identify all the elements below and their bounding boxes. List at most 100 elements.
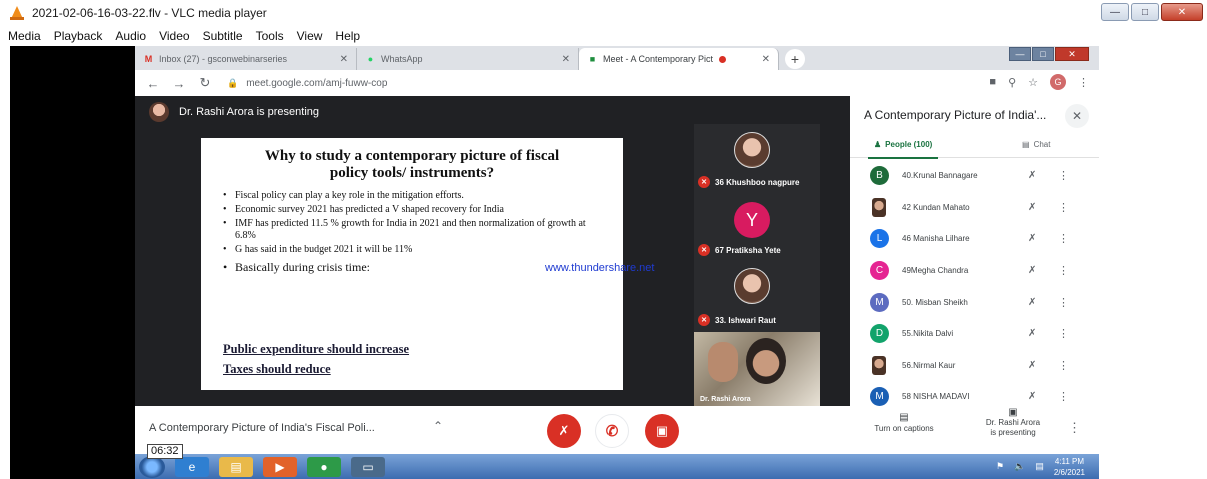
menu-kebab-icon[interactable]: ⋮ bbox=[1078, 76, 1089, 89]
clock-time: 4:11 PM bbox=[1054, 456, 1085, 466]
menu-help[interactable]: Help bbox=[335, 29, 360, 43]
camera-off-icon: ▣ bbox=[655, 423, 669, 438]
tab-people[interactable]: ♟ People (100) bbox=[867, 140, 939, 159]
camera-off-button[interactable]: ▣ bbox=[645, 414, 679, 448]
meet-stage: Dr. Rashi Arora is presenting Why to stu… bbox=[135, 96, 850, 406]
menu-video[interactable]: Video bbox=[159, 29, 189, 43]
self-video-face bbox=[746, 338, 786, 384]
more-options-icon[interactable]: ⋮ bbox=[1068, 420, 1081, 436]
captions-button[interactable]: ▤ Turn on captions bbox=[859, 412, 949, 434]
browser-maximize-button[interactable]: □ bbox=[1032, 47, 1054, 61]
close-button[interactable]: ✕ bbox=[1161, 3, 1203, 21]
list-item[interactable]: 56.Nirmal Kaur ✗ ⋮ bbox=[850, 350, 1099, 382]
self-video-tile[interactable]: Dr. Rashi Arora bbox=[694, 332, 820, 406]
mic-off-icon: ✗ bbox=[1028, 170, 1037, 182]
menu-playback[interactable]: Playback bbox=[54, 29, 103, 43]
url-input[interactable]: 🔒 meet.google.com/amj-fuww-cop bbox=[227, 73, 967, 93]
vlc-window: 2021-02-06-16-03-22.flv - VLC media play… bbox=[0, 0, 1207, 479]
tab-whatsapp[interactable]: ● WhatsApp ✕ bbox=[357, 48, 579, 70]
participant-avatar bbox=[872, 355, 886, 375]
menu-subtitle[interactable]: Subtitle bbox=[203, 29, 243, 43]
menu-view[interactable]: View bbox=[297, 29, 323, 43]
more-options-icon[interactable]: ⋮ bbox=[1058, 264, 1069, 277]
more-options-icon[interactable]: ⋮ bbox=[1058, 327, 1069, 340]
participant-photo bbox=[734, 268, 770, 304]
leave-call-button[interactable]: ✆ bbox=[595, 414, 629, 448]
close-tab-icon[interactable]: ✕ bbox=[334, 54, 348, 65]
browser-minimize-button[interactable]: — bbox=[1009, 47, 1031, 61]
back-icon[interactable]: ← bbox=[145, 76, 161, 91]
participant-tile[interactable]: ✕ 33. Ishwari Raut bbox=[694, 264, 820, 330]
maximize-button[interactable]: □ bbox=[1131, 3, 1159, 21]
chrome-icon[interactable]: ● bbox=[307, 456, 341, 477]
participant-name: 50. Misban Sheikh bbox=[902, 297, 968, 307]
folder-icon[interactable]: ▤ bbox=[219, 456, 253, 477]
participant-label: ✕ 67 Pratiksha Yete bbox=[698, 244, 781, 256]
meeting-name[interactable]: A Contemporary Picture of India's Fiscal… bbox=[149, 422, 375, 434]
more-options-icon[interactable]: ⋮ bbox=[1058, 390, 1069, 403]
recording-dot-icon bbox=[719, 55, 727, 63]
tab-gmail[interactable]: M Inbox (27) - gsconwebinarseries ✕ bbox=[135, 48, 357, 70]
menu-tools[interactable]: Tools bbox=[256, 29, 284, 43]
tab-chat[interactable]: ▤ Chat bbox=[1022, 140, 1050, 149]
participant-name: 40.Krunal Bannagare bbox=[902, 171, 978, 181]
menu-media[interactable]: Media bbox=[8, 29, 41, 43]
vlc-cone-icon bbox=[10, 6, 24, 20]
browser-close-button[interactable]: ✕ bbox=[1055, 47, 1089, 61]
browser-tab-strip: M Inbox (27) - gsconwebinarseries ✕ ● Wh… bbox=[135, 46, 1099, 70]
participant-avatar: B bbox=[870, 166, 889, 186]
more-options-icon[interactable]: ⋮ bbox=[1058, 169, 1069, 182]
profile-avatar[interactable]: G bbox=[1050, 74, 1066, 90]
list-item[interactable]: D 55.Nikita Dalvi ✗ ⋮ bbox=[850, 318, 1099, 350]
slide-emphasis-line: Public expenditure should increase bbox=[223, 342, 410, 356]
camera-icon[interactable]: ■ bbox=[989, 76, 996, 88]
close-tab-icon[interactable]: ✕ bbox=[556, 54, 570, 65]
video-area[interactable]: M Inbox (27) - gsconwebinarseries ✕ ● Wh… bbox=[10, 46, 1099, 479]
clock[interactable]: 4:11 PM 2/6/2021 bbox=[1054, 456, 1085, 478]
more-options-icon[interactable]: ⋮ bbox=[1058, 359, 1069, 372]
list-item[interactable]: B 40.Krunal Bannagare ✗ ⋮ bbox=[850, 160, 1099, 192]
volume-icon[interactable]: 🔈 bbox=[1014, 461, 1025, 472]
present-now-button[interactable]: ▣ Dr. Rashi Arora is presenting bbox=[973, 408, 1053, 438]
participant-tile[interactable]: Y ✕ 67 Pratiksha Yete bbox=[694, 194, 820, 262]
close-icon[interactable]: ✕ bbox=[1065, 104, 1089, 128]
mic-off-icon: ✗ bbox=[1028, 328, 1037, 340]
minimize-button[interactable]: — bbox=[1101, 3, 1129, 21]
lock-icon: 🔒 bbox=[227, 77, 239, 88]
menu-audio[interactable]: Audio bbox=[115, 29, 146, 43]
meet-icon: ■ bbox=[589, 54, 596, 64]
mic-off-icon: ✗ bbox=[1028, 296, 1037, 308]
more-options-icon[interactable]: ⋮ bbox=[1058, 296, 1069, 309]
reload-icon[interactable]: ↻ bbox=[197, 75, 213, 91]
more-options-icon[interactable]: ⋮ bbox=[1058, 232, 1069, 245]
participant-avatar: D bbox=[870, 324, 889, 344]
mic-off-button[interactable]: ✗ bbox=[547, 414, 581, 448]
close-tab-icon[interactable]: ✕ bbox=[756, 54, 770, 65]
window-title: 2021-02-06-16-03-22.flv - VLC media play… bbox=[32, 6, 267, 20]
flag-icon[interactable]: ⚑ bbox=[996, 461, 1004, 472]
list-item[interactable]: C 49Megha Chandra ✗ ⋮ bbox=[850, 255, 1099, 287]
list-item[interactable]: 42 Kundan Mahato ✗ ⋮ bbox=[850, 192, 1099, 224]
participant-tile[interactable]: ✕ 36 Khushboo nagpure bbox=[694, 124, 820, 192]
vlc-menu-bar: Media Playback Audio Video Subtitle Tool… bbox=[0, 26, 1207, 46]
more-options-icon[interactable]: ⋮ bbox=[1058, 201, 1069, 214]
chevron-up-icon[interactable]: ⌃ bbox=[433, 419, 443, 433]
participant-name: 55.Nikita Dalvi bbox=[902, 329, 954, 339]
list-item[interactable]: L 46 Manisha Lilhare ✗ ⋮ bbox=[850, 223, 1099, 255]
tab-meet[interactable]: ■ Meet - A Contemporary Pict ✕ bbox=[579, 48, 779, 70]
new-tab-button[interactable]: + bbox=[785, 49, 805, 69]
participant-label: ✕ 33. Ishwari Raut bbox=[698, 314, 776, 326]
network-icon[interactable]: ▤ bbox=[1035, 461, 1044, 472]
app-window-icon[interactable]: ▭ bbox=[351, 456, 385, 477]
bookmark-star-icon[interactable]: ☆ bbox=[1028, 76, 1038, 89]
slide-title-line: Why to study a contemporary picture of f… bbox=[264, 148, 560, 164]
slide-emphasis-line: Taxes should reduce bbox=[223, 362, 331, 376]
list-item[interactable]: M 50. Misban Sheikh ✗ ⋮ bbox=[850, 286, 1099, 318]
tab-label: Inbox (27) - gsconwebinarseries bbox=[159, 54, 288, 64]
ie-icon[interactable]: e bbox=[175, 456, 209, 477]
media-player-icon[interactable]: ▶ bbox=[263, 456, 297, 477]
search-icon[interactable]: ⚲ bbox=[1008, 76, 1016, 89]
forward-icon[interactable]: → bbox=[171, 76, 187, 91]
chat-tab-label: Chat bbox=[1033, 140, 1051, 149]
mic-off-icon: ✗ bbox=[1028, 201, 1037, 213]
